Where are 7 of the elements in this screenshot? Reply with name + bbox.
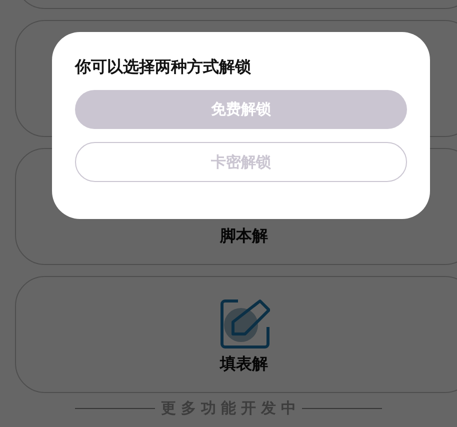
dialog-title: 你可以选择两种方式解锁	[75, 56, 252, 78]
code-unlock-button[interactable]: 卡密解锁	[75, 142, 407, 182]
card-label: 脚本解	[220, 226, 268, 247]
card-label: 填表解	[220, 354, 268, 375]
option-card[interactable]: 填表解	[15, 276, 457, 393]
edit-icon	[220, 299, 270, 349]
free-unlock-button[interactable]: 免费解锁	[75, 90, 407, 130]
